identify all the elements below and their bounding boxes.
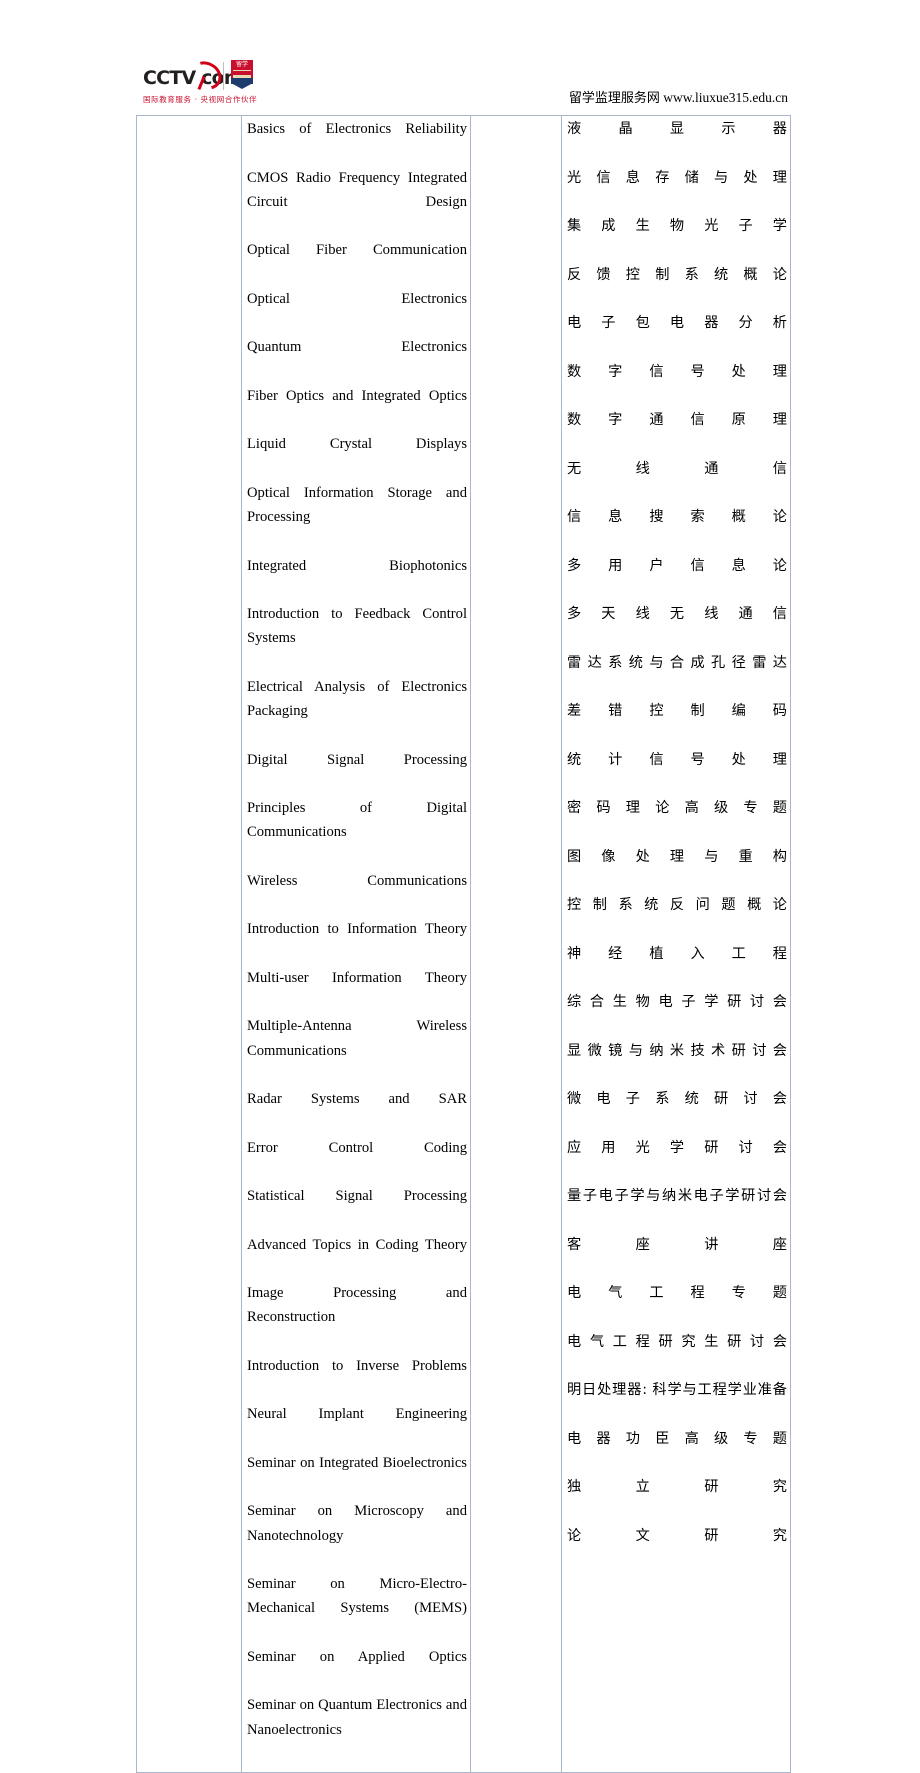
course-item: 明日处理器: 科学与工程学业准备 bbox=[567, 1382, 787, 1398]
site-credit-name: 留学监理服务网 bbox=[568, 91, 660, 106]
course-item: Optical Fiber Communication bbox=[247, 242, 467, 259]
page-header: CCTV com 留学 国际教育服务 · 央视网合作伙伴 留学监理服务网 www… bbox=[0, 0, 920, 112]
course-item: 集成生物光子学 bbox=[567, 218, 787, 234]
course-item: 量子电子学与纳米电子学研讨会 bbox=[567, 1188, 787, 1204]
table-cell-empty-middle bbox=[470, 115, 562, 1773]
course-item: 神经植入工程 bbox=[567, 945, 787, 962]
site-credit-url: www.liuxue315.edu.cn bbox=[663, 90, 788, 105]
course-item: 应用光学研讨会 bbox=[567, 1139, 787, 1156]
course-item: Multiple-Antenna Wireless Communications bbox=[247, 1018, 467, 1059]
course-item: Seminar on Applied Optics bbox=[247, 1648, 467, 1665]
course-item: Digital Signal Processing bbox=[247, 751, 467, 768]
table-cell-chinese-courses: 液晶显示器光信息存储与处理 集成生物光子学 反馈控制系统概论 电子包电器分析 数字信号处… bbox=[561, 115, 791, 1773]
course-item: Seminar on Microscopy and Nanotechnology bbox=[247, 1503, 467, 1544]
course-item: Liquid Crystal Displays bbox=[247, 436, 467, 453]
course-item: 客座讲座 bbox=[567, 1236, 787, 1253]
course-item: Neural Implant Engineering bbox=[247, 1406, 467, 1423]
course-item: 多天线无线通信 bbox=[567, 606, 787, 622]
course-item: Seminar on Quantum Electronics and Nanoe… bbox=[247, 1697, 467, 1738]
logo-mark-row: CCTV com 留学 bbox=[143, 56, 268, 95]
course-item: 反馈控制系统概论 bbox=[567, 266, 787, 283]
course-item: CMOS Radio Frequency Integrated Circuit … bbox=[247, 169, 467, 210]
course-item: 数字信号处理 bbox=[567, 363, 787, 380]
course-item: 多用户信息论 bbox=[567, 557, 787, 574]
course-item: 差错控制编码 bbox=[567, 703, 787, 719]
course-item: 统计信号处理 bbox=[567, 751, 787, 768]
course-item: 控制系统反问题概论 bbox=[567, 897, 787, 913]
shield-point bbox=[231, 83, 253, 89]
course-item: Principles of Digital Communications bbox=[247, 800, 467, 841]
liuxue-shield-icon: 留学 bbox=[231, 60, 253, 89]
course-item: Statistical Signal Processing bbox=[247, 1188, 467, 1204]
course-item: 论文研究 bbox=[567, 1527, 787, 1544]
course-item: Basics of Electronics Reliability bbox=[247, 121, 467, 137]
table-cell-english-courses: Basics of Electronics Reliability CMOS Ra… bbox=[241, 115, 471, 1773]
course-item: Introduction to Information Theory bbox=[247, 921, 467, 938]
course-item: 无线通信 bbox=[567, 460, 787, 477]
course-item: 密码理论高级专题 bbox=[567, 800, 787, 816]
course-item: 独立研究 bbox=[567, 1479, 787, 1495]
course-item: Seminar on Integrated Bioelectronics bbox=[247, 1454, 467, 1471]
course-item: Wireless Communications bbox=[247, 872, 467, 889]
course-item: 电气工程研究生研讨会 bbox=[567, 1333, 787, 1350]
course-item: 电子包电器分析 bbox=[567, 315, 787, 331]
cctv-com-logo: CCTV com 留学 国际教育服务 · 央视网合作伙伴 bbox=[143, 56, 268, 112]
course-item: 图像处理与重构 bbox=[567, 848, 787, 865]
course-item: Introduction to Inverse Problems bbox=[247, 1357, 467, 1374]
course-item: Advanced Topics in Coding Theory bbox=[247, 1236, 467, 1253]
chinese-course-list: 液晶显示器光信息存储与处理 集成生物光子学 反馈控制系统概论 电子包电器分析 数字信号处… bbox=[567, 117, 787, 1572]
course-item: 电气工程专题 bbox=[567, 1285, 787, 1301]
course-item: Seminar on Micro-Electro-Mechanical Syst… bbox=[247, 1576, 467, 1617]
logo-divider bbox=[223, 62, 224, 90]
course-item: Electrical Analysis of Electronics Packa… bbox=[247, 678, 467, 719]
course-item: 数字通信原理 bbox=[567, 412, 787, 428]
course-item: Error Control Coding bbox=[247, 1139, 467, 1156]
course-item: 显微镜与纳米技术研讨会 bbox=[567, 1042, 787, 1059]
table-row: Basics of Electronics Reliability CMOS Ra… bbox=[136, 115, 791, 1773]
course-item: 电器功臣高级专题 bbox=[567, 1430, 787, 1447]
course-list-table: Basics of Electronics Reliability CMOS Ra… bbox=[136, 115, 791, 1773]
course-item: 微电子系统研讨会 bbox=[567, 1091, 787, 1107]
course-item: Fiber Optics and Integrated Optics bbox=[247, 387, 467, 404]
course-item: Introduction to Feedback Control Systems bbox=[247, 606, 467, 647]
course-item: Optical Electronics bbox=[247, 290, 467, 307]
table-cell-empty-left bbox=[136, 115, 242, 1773]
course-item: 雷达系统与合成孔径雷达 bbox=[567, 654, 787, 671]
course-item: Integrated Biophotonics bbox=[247, 557, 467, 574]
course-item: 综合生物电子学研讨会 bbox=[567, 994, 787, 1010]
course-item: Radar Systems and SAR bbox=[247, 1091, 467, 1107]
cctv-red-arc-icon bbox=[185, 56, 227, 95]
course-item: 信息搜索概论 bbox=[567, 509, 787, 525]
course-item: Quantum Electronics bbox=[247, 339, 467, 356]
course-item: 光信息存储与处理 bbox=[567, 169, 787, 186]
logo-tagline: 国际教育服务 · 央视网合作伙伴 bbox=[143, 95, 258, 104]
course-item: Image Processing and Reconstruction bbox=[247, 1285, 467, 1326]
english-course-list: Basics of Electronics Reliability CMOS Ra… bbox=[247, 117, 467, 1766]
shield-badge-label: 留学 bbox=[235, 61, 248, 68]
site-credit: 留学监理服务网 www.liuxue315.edu.cn bbox=[569, 90, 788, 107]
course-item: Optical Information Storage and Processi… bbox=[247, 484, 467, 525]
course-item: 液晶显示器 bbox=[567, 121, 787, 137]
course-item: Multi-user Information Theory bbox=[247, 969, 467, 986]
shield-stripe bbox=[233, 71, 251, 75]
